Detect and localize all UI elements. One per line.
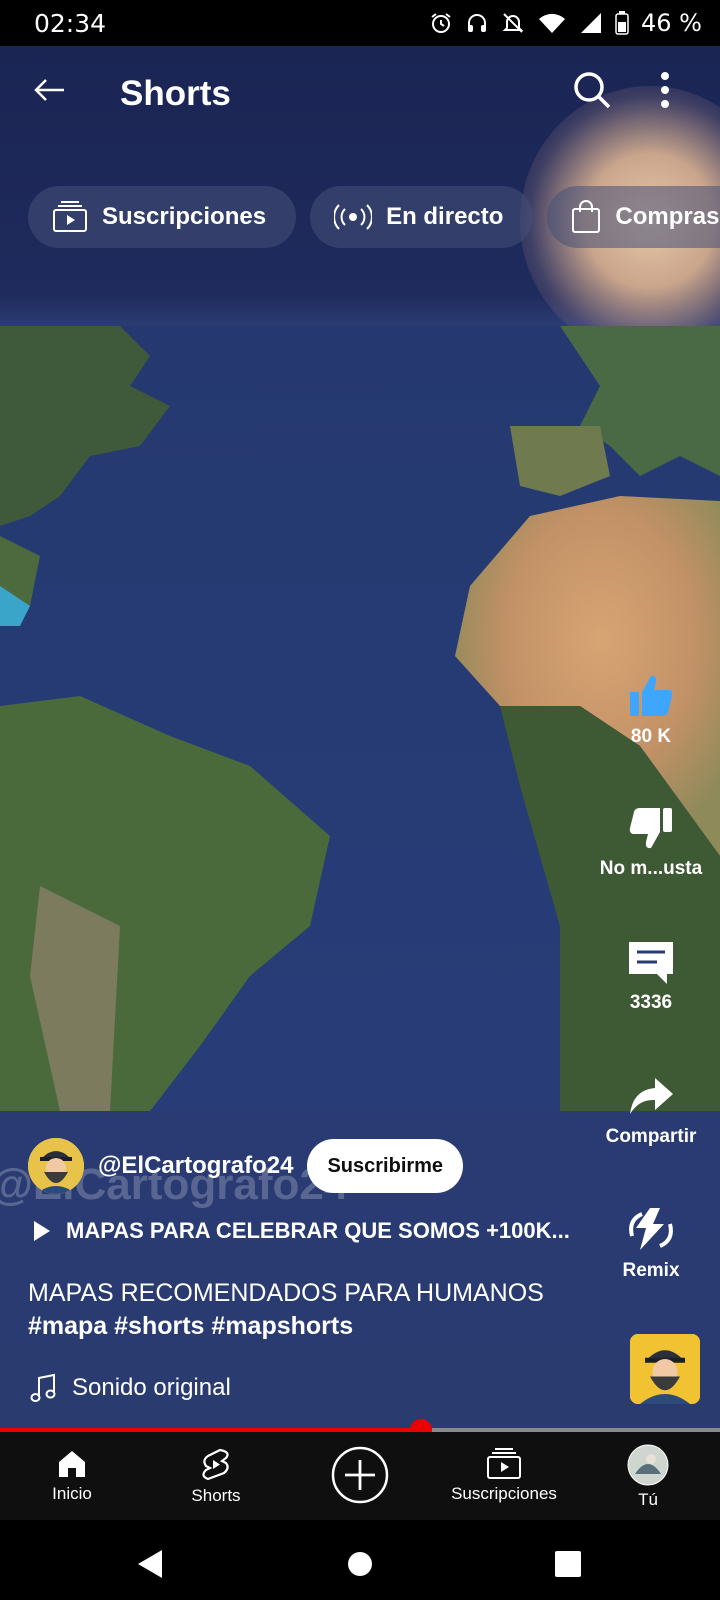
create-plus-icon xyxy=(331,1446,389,1504)
shopping-bag-icon xyxy=(572,200,601,233)
system-recents-icon[interactable] xyxy=(554,1550,582,1578)
mute-icon xyxy=(502,13,524,33)
comments-button[interactable]: 3336 xyxy=(596,938,706,1014)
sound-label: Sonido original xyxy=(72,1374,231,1401)
nav-create[interactable] xyxy=(288,1432,432,1520)
status-bar: 02:34 46 % xyxy=(0,0,720,46)
search-icon xyxy=(574,72,611,109)
search-button[interactable] xyxy=(570,68,614,112)
app-bar: Shorts xyxy=(0,46,720,136)
chip-compras[interactable]: Compras xyxy=(547,186,720,248)
hashtags[interactable]: #mapa #shorts #mapshorts xyxy=(28,1310,588,1343)
share-label: Compartir xyxy=(605,1126,697,1147)
remix-button[interactable]: Remix xyxy=(596,1206,706,1282)
system-back-icon[interactable] xyxy=(136,1550,164,1578)
nav-label: Suscripciones xyxy=(451,1484,557,1503)
sound-link[interactable]: Sonido original xyxy=(30,1373,231,1403)
more-vertical-icon xyxy=(661,72,669,108)
captain-avatar-icon xyxy=(28,1138,84,1194)
play-icon xyxy=(34,1221,50,1241)
share-button[interactable]: Compartir xyxy=(596,1072,706,1148)
nav-label: Shorts xyxy=(191,1486,241,1505)
chip-label: Suscripciones xyxy=(102,203,267,230)
more-options-button[interactable] xyxy=(650,68,680,112)
system-navigation-bar xyxy=(0,1520,720,1600)
back-button[interactable] xyxy=(28,68,72,112)
music-note-icon xyxy=(30,1373,56,1402)
remix-label: Remix xyxy=(622,1260,680,1281)
nav-suscripciones[interactable]: Suscripciones xyxy=(432,1432,576,1520)
signal-icon xyxy=(581,13,602,33)
battery-percent: 46 % xyxy=(641,9,702,37)
channel-handle[interactable]: @ElCartografo24 xyxy=(98,1152,293,1180)
system-home-icon[interactable] xyxy=(346,1550,374,1578)
captain-avatar-icon xyxy=(630,1334,700,1404)
headphones-icon xyxy=(468,14,487,32)
nav-label: Tú xyxy=(638,1490,658,1509)
channel-row: @ElCartografo24 Suscribirme xyxy=(28,1138,464,1194)
chip-label: Compras xyxy=(615,203,720,230)
subscriptions-icon xyxy=(487,1448,521,1479)
back-arrow-icon xyxy=(34,79,64,101)
alarm-icon xyxy=(431,13,451,33)
nav-label: Inicio xyxy=(52,1484,92,1503)
subscribe-button[interactable]: Suscribirme xyxy=(307,1139,464,1193)
filter-chips: Suscripciones En directo Compras xyxy=(28,186,720,248)
like-count: 80 K xyxy=(630,726,672,747)
shorts-icon xyxy=(202,1448,229,1481)
channel-avatar[interactable] xyxy=(28,1138,84,1194)
comment-count: 3336 xyxy=(629,992,673,1013)
profile-avatar-icon xyxy=(627,1444,669,1486)
live-icon xyxy=(334,204,373,230)
nav-tu[interactable]: Tú xyxy=(576,1432,720,1520)
subscriptions-icon xyxy=(53,201,87,232)
status-icons: 46 % xyxy=(429,9,702,37)
page-title: Shorts xyxy=(120,74,231,113)
thumbs-down-icon xyxy=(629,808,672,849)
thumbs-up-icon xyxy=(630,675,673,716)
remix-icon xyxy=(629,1208,673,1250)
chip-label: En directo xyxy=(386,203,504,230)
playlist-link[interactable]: MAPAS PARA CELEBRAR QUE SOMOS +100K... xyxy=(34,1218,570,1244)
wifi-icon xyxy=(539,13,566,33)
video-description[interactable]: MAPAS RECOMENDADOS PARA HUMANOS #mapa #s… xyxy=(28,1277,588,1343)
bottom-navigation: Inicio Shorts Suscripciones Tú xyxy=(0,1432,720,1520)
share-icon xyxy=(630,1078,673,1114)
nav-inicio[interactable]: Inicio xyxy=(0,1432,144,1520)
comment-icon xyxy=(629,942,673,984)
chip-en-directo[interactable]: En directo xyxy=(310,186,534,248)
battery-icon xyxy=(615,11,629,35)
home-icon xyxy=(59,1451,85,1477)
like-button[interactable]: 80 K xyxy=(596,672,706,748)
dislike-button[interactable]: No m...usta xyxy=(596,804,706,880)
playlist-title: MAPAS PARA CELEBRAR QUE SOMOS +100K... xyxy=(66,1218,570,1243)
status-time: 02:34 xyxy=(34,9,107,38)
chip-suscripciones[interactable]: Suscripciones xyxy=(28,186,297,248)
nav-shorts[interactable]: Shorts xyxy=(144,1432,288,1520)
dislike-label: No m...usta xyxy=(599,858,703,879)
sound-thumbnail[interactable] xyxy=(630,1334,700,1404)
description-text: MAPAS RECOMENDADOS PARA HUMANOS xyxy=(28,1279,544,1307)
